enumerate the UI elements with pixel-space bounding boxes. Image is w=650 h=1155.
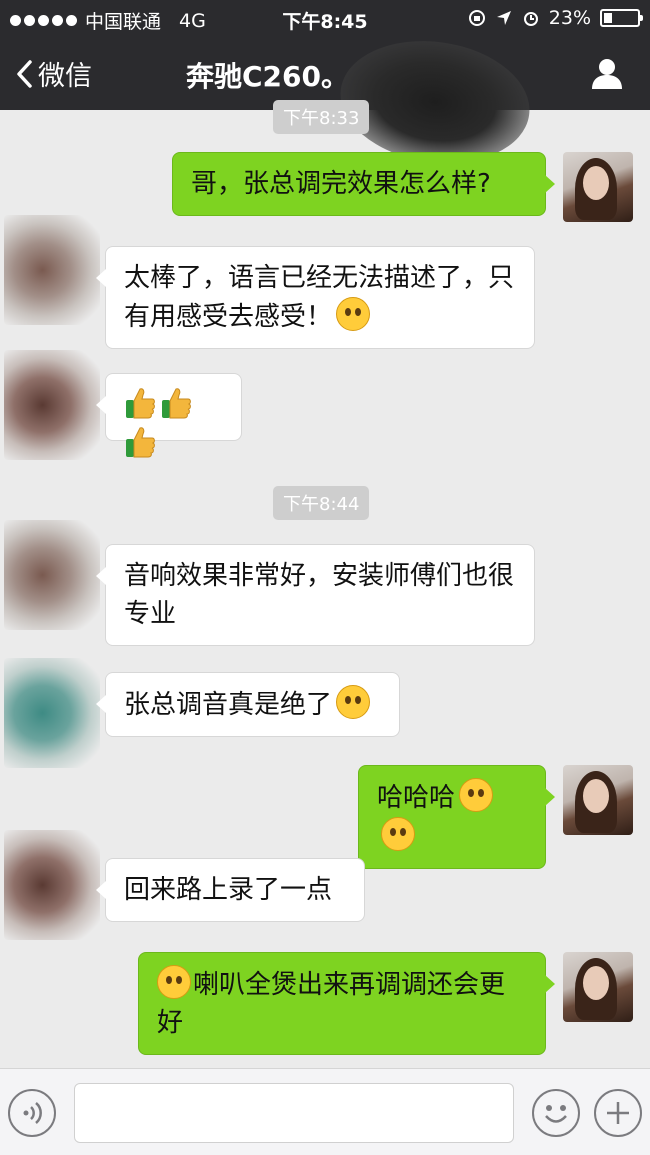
message-text: 哈哈哈 <box>377 783 456 813</box>
emoji-button[interactable] <box>532 1089 580 1137</box>
message-bubble-incoming[interactable]: 音响效果非常好，安装师傅们也很专业 <box>96 544 535 646</box>
nav-bar: 微信 奔驰C260。 <box>0 29 650 175</box>
battery-percent: 23% <box>548 7 591 29</box>
avatar[interactable] <box>4 215 100 325</box>
avatar[interactable] <box>563 152 633 222</box>
alarm-icon <box>523 12 538 26</box>
back-label: 微信 <box>38 61 92 92</box>
message-input[interactable] <box>74 1083 514 1143</box>
avatar[interactable] <box>563 765 633 835</box>
person-icon[interactable] <box>590 56 624 90</box>
message-bubble-incoming[interactable]: 张总调音真是绝了 <box>96 672 400 737</box>
blushing-emoji-icon <box>157 965 191 999</box>
thumbs-up-icon <box>126 427 155 458</box>
location-icon <box>496 11 511 25</box>
input-bar <box>0 1068 650 1155</box>
avatar[interactable] <box>4 658 100 768</box>
blushing-emoji-icon <box>459 778 494 812</box>
blushing-emoji-icon <box>381 817 415 851</box>
message-bubble-outgoing[interactable]: 哈哈哈 <box>358 765 555 869</box>
message-bubble-incoming[interactable]: 太棒了，语言已经无法描述了，只有用感受去感受！ <box>96 246 535 349</box>
thumbs-up-icon <box>162 388 191 419</box>
thumbs-up-icon <box>126 388 155 419</box>
grin-emoji-icon <box>336 297 371 331</box>
orientation-lock-icon <box>468 10 485 26</box>
status-bar: 中国联通 4G 下午8:45 23% <box>0 0 650 36</box>
message-bubble-outgoing[interactable]: 喇叭全煲出来再调调还会更好 <box>138 952 555 1055</box>
chevron-left-icon <box>17 59 32 88</box>
chat-area[interactable]: 下午8:33 哥，张总调完效果怎么样? 太棒了，语言已经无法描述了，只有用感受去… <box>0 100 650 1068</box>
avatar[interactable] <box>4 520 100 630</box>
timestamp: 下午8:33 <box>273 100 370 134</box>
laughing-tears-emoji-icon <box>336 685 371 719</box>
message-text: 太棒了，语言已经无法描述了，只有用感受去感受！ <box>124 263 515 332</box>
message-text: 张总调音真是绝了 <box>124 690 333 720</box>
timestamp: 下午8:44 <box>273 486 370 520</box>
message-bubble-incoming[interactable]: 回来路上录了一点 <box>96 858 365 922</box>
message-bubble-outgoing[interactable]: 哥，张总调完效果怎么样? <box>172 152 555 216</box>
voice-icon <box>23 1102 42 1124</box>
plus-icon <box>607 1102 629 1124</box>
more-button[interactable] <box>594 1089 642 1137</box>
message-text: 喇叭全煲出来再调调还会更好 <box>157 970 506 1038</box>
battery-icon <box>600 9 643 27</box>
smiley-icon <box>545 1105 567 1123</box>
chat-title: 奔驰C260。 <box>186 60 349 93</box>
avatar[interactable] <box>4 350 100 460</box>
voice-button[interactable] <box>8 1089 56 1137</box>
back-button[interactable]: 微信 <box>14 54 92 93</box>
avatar[interactable] <box>563 952 633 1022</box>
message-bubble-incoming[interactable] <box>96 373 242 458</box>
avatar[interactable] <box>4 830 100 940</box>
